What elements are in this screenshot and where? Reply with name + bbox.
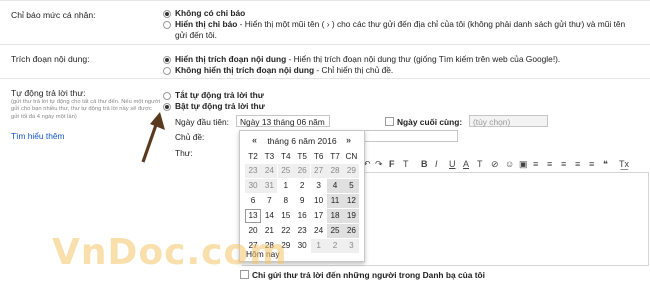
last-day-checkbox[interactable] [385, 117, 394, 126]
calendar-day[interactable]: 2 [294, 179, 310, 193]
calendar-day[interactable]: 30 [245, 179, 261, 193]
calendar-day[interactable]: 26 [294, 164, 311, 178]
calendar-day[interactable]: 14 [261, 209, 277, 223]
calendar-day[interactable]: 16 [294, 209, 310, 223]
image-icon[interactable]: ▣ [519, 159, 528, 170]
calendar-day[interactable]: 23 [245, 164, 261, 178]
calendar-day[interactable]: 18 [327, 209, 343, 223]
indent-less-icon[interactable]: ≡ [575, 159, 580, 169]
radio-show-indicator[interactable] [163, 21, 171, 29]
next-month-button[interactable]: » [346, 135, 351, 145]
divider [0, 44, 650, 45]
subject-label: Chủ đề: [175, 132, 205, 142]
calendar-day[interactable]: 28 [327, 164, 343, 178]
calendar-day[interactable]: 23 [294, 224, 310, 238]
bulleted-list-icon[interactable]: ≡ [561, 159, 566, 169]
align-icon[interactable]: ≡ [533, 159, 538, 169]
numbered-list-icon[interactable]: ≡ [547, 159, 552, 169]
emoji-icon[interactable]: ☺ [505, 159, 514, 169]
last-day-label: Ngày cuối cùng: [397, 117, 463, 127]
calendar-day[interactable]: 5 [343, 179, 360, 193]
calendar-day[interactable]: 1 [278, 179, 294, 193]
option-hide-snippets: Không hiển thị trích đoạn nội dung - Chỉ… [175, 65, 394, 75]
calendar-day[interactable]: 15 [278, 209, 294, 223]
radio-show-snippets[interactable] [163, 56, 171, 64]
calendar-day[interactable]: 19 [343, 209, 360, 223]
option-vacation-off: Tắt tự động trả lời thư [175, 90, 264, 100]
calendar-day[interactable]: 13 [245, 209, 261, 223]
weekday-header: T2 [248, 152, 258, 161]
link-icon[interactable]: ⊘ [491, 159, 499, 170]
option-no-indicator: Không có chỉ báo [175, 8, 246, 18]
calendar-day[interactable]: 26 [343, 224, 360, 238]
snippets-label: Trích đoạn nội dung: [11, 54, 90, 64]
calendar-day[interactable]: 30 [294, 239, 310, 253]
watermark: VnDoc.com [52, 232, 288, 273]
calendar-day[interactable]: 25 [327, 224, 343, 238]
calendar-day[interactable]: 24 [261, 164, 278, 178]
calendar-day[interactable]: 11 [327, 194, 343, 208]
calendar-day[interactable]: 31 [261, 179, 278, 193]
calendar-day[interactable]: 4 [327, 179, 343, 193]
calendar-day[interactable]: 8 [278, 194, 294, 208]
divider [0, 78, 650, 79]
learn-more-link[interactable]: Tìm hiểu thêm [11, 131, 65, 141]
first-day-label: Ngày đầu tiên: [175, 117, 230, 127]
vacation-label: Tự động trả lời thư: [11, 88, 86, 98]
calendar-day[interactable]: 12 [343, 194, 360, 208]
calendar-day[interactable]: 1 [310, 239, 327, 253]
redo-icon[interactable]: ↷ [375, 159, 383, 170]
calendar-day[interactable]: 25 [277, 164, 294, 178]
radio-vacation-off[interactable] [163, 92, 171, 100]
calendar-day[interactable]: 2 [327, 239, 343, 253]
calendar-day[interactable]: 3 [311, 179, 327, 193]
text-style-icon[interactable]: T [477, 159, 483, 169]
calendar-day[interactable]: 17 [311, 209, 327, 223]
weekday-header: T4 [281, 152, 291, 161]
radio-hide-snippets[interactable] [163, 67, 171, 75]
calendar-day[interactable]: 6 [245, 194, 261, 208]
weekday-header: T6 [313, 152, 324, 161]
underline-icon[interactable]: U [449, 159, 456, 169]
arrow-annotation-icon [141, 112, 165, 163]
font-icon[interactable]: F [389, 159, 395, 169]
calendar-day[interactable]: 10 [311, 194, 327, 208]
calendar-day[interactable]: 3 [343, 239, 360, 253]
last-day-input[interactable]: (tùy chọn) [469, 115, 548, 127]
subject-input[interactable] [363, 130, 458, 142]
option-show-snippets: Hiển thị trích đoạn nội dung - Hiển thị … [175, 54, 561, 64]
weekday-header: CN [345, 152, 358, 161]
quote-icon[interactable]: ❝ [603, 159, 608, 170]
divider [0, 0, 650, 1]
calendar-day[interactable]: 9 [294, 194, 310, 208]
message-label: Thư: [175, 148, 193, 158]
italic-icon[interactable]: I [435, 159, 438, 169]
first-day-input[interactable]: Ngày 13 tháng 06 năm [236, 115, 330, 127]
option-show-indicator: Hiển thị chỉ báo - Hiển thị một mũi tên … [175, 19, 626, 29]
indent-more-icon[interactable]: ≡ [589, 159, 594, 169]
option-show-indicator-cont: gửi đến tôi. [175, 30, 217, 40]
text-color-icon[interactable]: A [463, 159, 469, 169]
weekday-header: T7 [330, 152, 340, 161]
calendar-day[interactable]: 7 [261, 194, 277, 208]
radio-no-indicator[interactable] [163, 10, 171, 18]
remove-formatting-icon[interactable]: T͟x [619, 159, 629, 169]
font-size-icon[interactable]: T [403, 159, 409, 169]
option-vacation-on: Bật tự động trả lời thư [175, 101, 265, 111]
weekday-header: T5 [297, 152, 307, 161]
calendar-day[interactable]: 24 [311, 224, 327, 238]
weekday-header: T3 [264, 152, 275, 161]
personal-level-label: Chỉ báo mức cá nhân: [11, 10, 96, 20]
calendar-day[interactable]: 27 [310, 164, 327, 178]
calendar-day[interactable]: 29 [343, 164, 360, 178]
bold-icon[interactable]: B [421, 159, 428, 169]
